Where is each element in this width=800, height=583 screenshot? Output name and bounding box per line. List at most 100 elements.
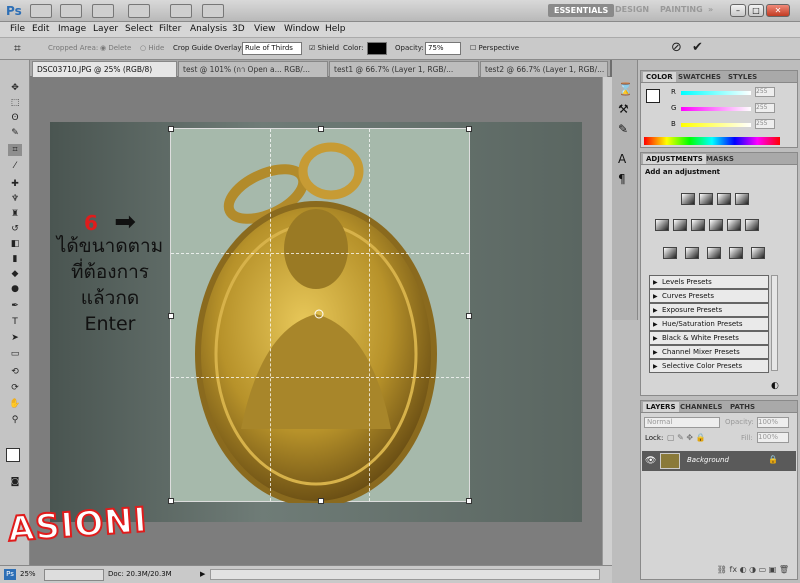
- brush-tool-icon[interactable]: ♆: [8, 193, 22, 205]
- vibrance-adjust-icon[interactable]: [655, 219, 669, 231]
- tab-paths[interactable]: PATHS: [727, 402, 758, 412]
- menu-file[interactable]: File: [10, 24, 25, 34]
- gradient-tool-icon[interactable]: ▮: [8, 253, 22, 265]
- black-white-adjust-icon[interactable]: [709, 219, 723, 231]
- crop-tool-icon[interactable]: ⌗: [14, 41, 21, 56]
- vertical-scrollbar[interactable]: [602, 77, 612, 565]
- menu-image[interactable]: Image: [58, 24, 86, 34]
- channel-r-value[interactable]: 255: [755, 87, 775, 97]
- commit-icon[interactable]: ✔: [692, 40, 703, 55]
- eyedropper-tool-icon[interactable]: ⁄: [8, 160, 22, 172]
- adjustment-footer-icon[interactable]: ◐: [771, 381, 779, 391]
- levels-adjust-icon[interactable]: [699, 193, 713, 205]
- crop-handle-bl[interactable]: [168, 498, 174, 504]
- delete-radio[interactable]: ◉ Delete: [100, 44, 131, 52]
- zoom-level-icon[interactable]: [128, 4, 150, 18]
- ps-minimized-icon[interactable]: Ps: [4, 569, 16, 580]
- shape-tool-icon[interactable]: ▭: [8, 348, 22, 360]
- tab-swatches[interactable]: SWATCHES: [675, 72, 724, 82]
- zoom-tool-icon[interactable]: ⚲: [8, 414, 22, 426]
- workspace-more-icon[interactable]: »: [708, 5, 713, 14]
- blend-mode-select[interactable]: Normal: [644, 417, 720, 428]
- gradient-map-adjust-icon[interactable]: [729, 247, 743, 259]
- crop-handle-tl[interactable]: [168, 126, 174, 132]
- fill-input[interactable]: 100%: [757, 432, 789, 443]
- workspace-essentials[interactable]: ESSENTIALS: [548, 4, 615, 17]
- menu-analysis[interactable]: Analysis: [190, 24, 227, 34]
- eye-icon[interactable]: 👁: [645, 456, 656, 466]
- layer-row-background[interactable]: 👁 Background 🔒: [642, 451, 796, 471]
- color-foreground-swatch[interactable]: [646, 89, 660, 103]
- channel-b-value[interactable]: 255: [755, 119, 775, 129]
- quick-select-tool-icon[interactable]: ✎: [8, 127, 22, 139]
- exposure-adjust-icon[interactable]: [735, 193, 749, 205]
- preset-curves[interactable]: Curves Presets: [649, 289, 769, 303]
- hide-radio[interactable]: ○ Hide: [140, 44, 164, 52]
- opacity-input[interactable]: 75%: [425, 42, 461, 55]
- channel-mixer-adjust-icon[interactable]: [745, 219, 759, 231]
- menu-edit[interactable]: Edit: [32, 24, 49, 34]
- perspective-checkbox[interactable]: ☐ Perspective: [470, 44, 519, 52]
- tab-masks[interactable]: MASKS: [703, 154, 737, 164]
- paragraph-panel-icon[interactable]: ¶: [618, 172, 626, 186]
- photo-filter-adjust-icon[interactable]: [727, 219, 741, 231]
- invert-adjust-icon[interactable]: [663, 247, 677, 259]
- minimize-button[interactable]: –: [730, 4, 746, 17]
- selective-color-adjust-icon[interactable]: [751, 247, 765, 259]
- dodge-tool-icon[interactable]: ●: [8, 283, 22, 295]
- blur-tool-icon[interactable]: ◆: [8, 268, 22, 280]
- close-button[interactable]: ✕: [766, 4, 790, 17]
- preset-black-white[interactable]: Black & White Presets: [649, 331, 769, 345]
- brushes-panel-icon[interactable]: ✎: [618, 122, 628, 136]
- preset-levels[interactable]: Levels Presets: [649, 275, 769, 289]
- 3d-rotate-tool-icon[interactable]: ⟲: [8, 366, 22, 378]
- menu-select[interactable]: Select: [125, 24, 153, 34]
- pen-tool-icon[interactable]: ✒: [8, 300, 22, 312]
- preset-exposure[interactable]: Exposure Presets: [649, 303, 769, 317]
- quick-mask-icon[interactable]: ◙: [8, 476, 22, 488]
- menu-window[interactable]: Window: [284, 24, 320, 34]
- color-balance-adjust-icon[interactable]: [691, 219, 705, 231]
- layer-opacity-input[interactable]: 100%: [757, 417, 789, 428]
- hand-tool-icon[interactable]: ✋: [8, 398, 22, 410]
- tab-test[interactable]: test @ 101% (กา Open a... RGB/...: [178, 61, 328, 77]
- crop-handle-top[interactable]: [318, 126, 324, 132]
- shield-color-swatch[interactable]: [367, 42, 387, 55]
- presets-scrollbar[interactable]: [771, 275, 778, 371]
- history-brush-tool-icon[interactable]: ↺: [8, 223, 22, 235]
- minimized-doc-bar[interactable]: [44, 569, 104, 581]
- menu-view[interactable]: View: [254, 24, 275, 34]
- preset-channel-mixer[interactable]: Channel Mixer Presets: [649, 345, 769, 359]
- marquee-tool-icon[interactable]: ⬚: [8, 97, 22, 109]
- menu-filter[interactable]: Filter: [159, 24, 181, 34]
- color-spectrum-bar[interactable]: [644, 137, 780, 145]
- threshold-adjust-icon[interactable]: [707, 247, 721, 259]
- mini-bridge-icon[interactable]: [60, 4, 82, 18]
- clone-stamp-tool-icon[interactable]: ♜: [8, 208, 22, 220]
- crop-handle-tr[interactable]: [466, 126, 472, 132]
- menu-help[interactable]: Help: [325, 24, 346, 34]
- character-panel-icon[interactable]: A: [618, 152, 626, 166]
- history-panel-icon[interactable]: ⌛: [618, 82, 633, 96]
- tab-styles[interactable]: STYLES: [725, 72, 760, 82]
- screen-mode-icon[interactable]: [202, 4, 224, 18]
- preset-selective-color[interactable]: Selective Color Presets: [649, 359, 769, 373]
- lock-icons[interactable]: ▢ ✎ ✥ 🔒: [667, 433, 706, 442]
- crop-box[interactable]: [168, 126, 472, 504]
- tab-channels[interactable]: CHANNELS: [677, 402, 725, 412]
- status-menu-arrow-icon[interactable]: ▶: [200, 570, 205, 578]
- hue-saturation-adjust-icon[interactable]: [673, 219, 687, 231]
- guide-overlay-select[interactable]: Rule of Thirds: [242, 42, 302, 55]
- arrange-documents-icon[interactable]: [170, 4, 192, 18]
- tab-dsc03710[interactable]: DSC03710.JPG @ 25% (RGB/8): [32, 61, 177, 77]
- channel-g-slider[interactable]: [681, 107, 751, 111]
- eraser-tool-icon[interactable]: ◧: [8, 238, 22, 250]
- tab-test2[interactable]: test2 @ 66.7% (Layer 1, RGB/...: [480, 61, 608, 77]
- zoom-field[interactable]: 25%: [20, 570, 36, 578]
- view-extras-icon[interactable]: [92, 4, 114, 18]
- foreground-color-icon[interactable]: [6, 448, 20, 462]
- bridge-icon[interactable]: [30, 4, 52, 18]
- move-tool-icon[interactable]: ✥: [8, 82, 22, 94]
- curves-adjust-icon[interactable]: [717, 193, 731, 205]
- channel-r-slider[interactable]: [681, 91, 751, 95]
